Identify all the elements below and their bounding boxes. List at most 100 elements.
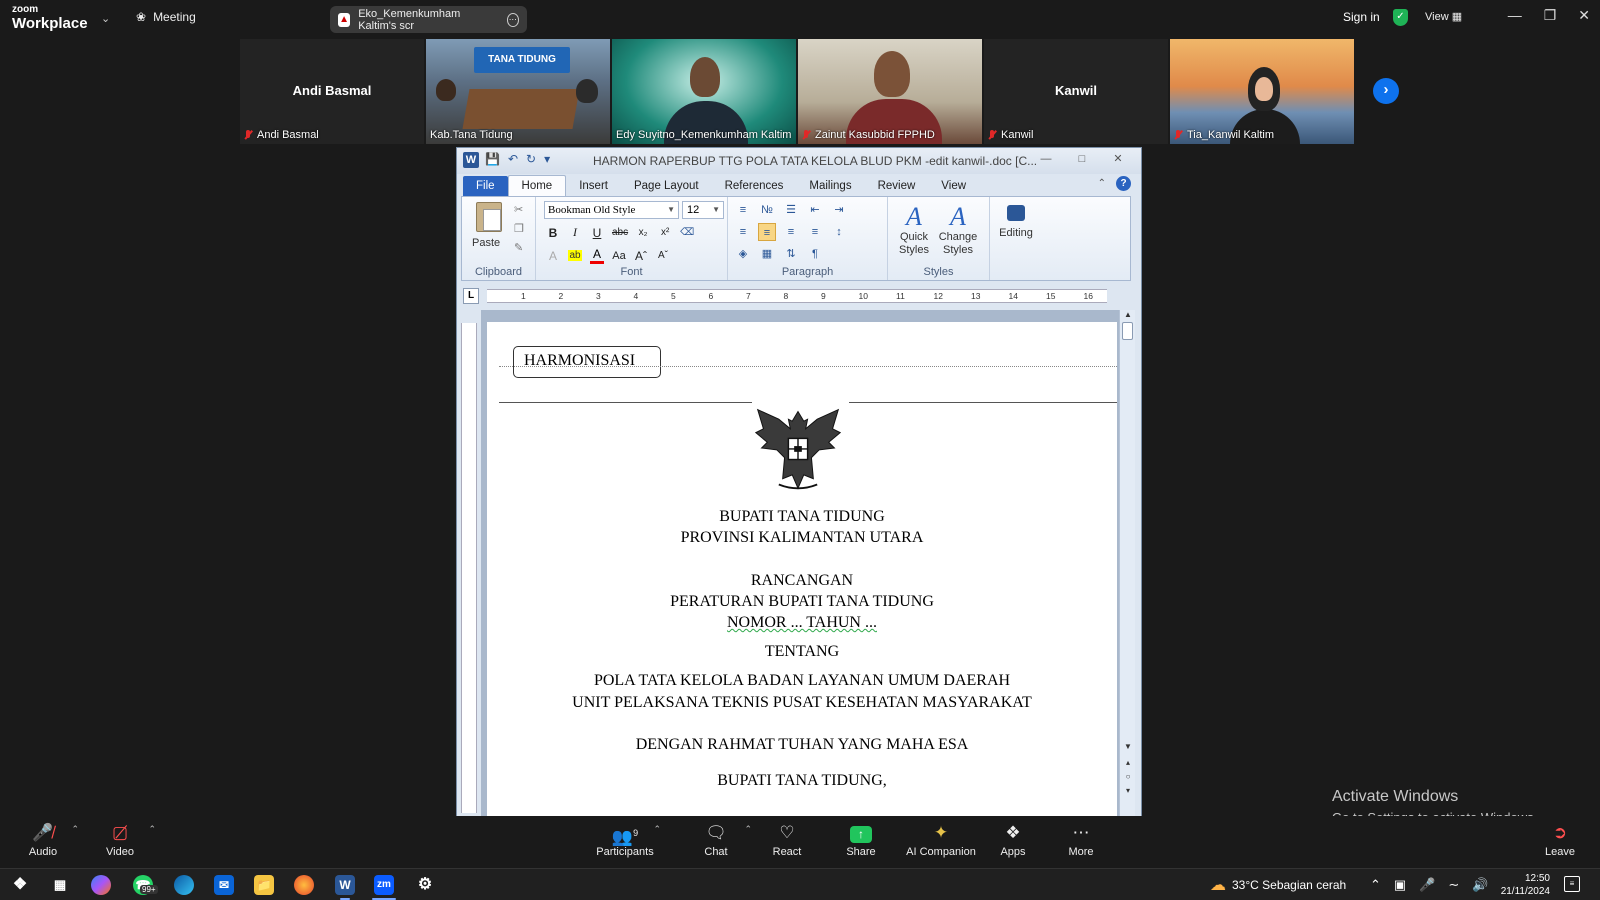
weather-widget[interactable]: ☁ 33°C Sebagian cerah [1210, 869, 1346, 900]
change-case-icon[interactable]: Aa [612, 250, 626, 262]
font-color-icon[interactable]: A [590, 247, 604, 264]
italic-icon[interactable]: I [568, 225, 582, 240]
tab-mailings[interactable]: Mailings [796, 176, 864, 196]
tab-page-layout[interactable]: Page Layout [621, 176, 712, 196]
cut-icon[interactable]: ✂ [514, 203, 524, 216]
shading-icon[interactable]: ◈ [734, 245, 752, 263]
tab-references[interactable]: References [712, 176, 797, 196]
font-size-select[interactable]: 12 ▼ [682, 201, 724, 219]
file-explorer-icon[interactable]: 📁 [254, 875, 274, 895]
notifications-icon[interactable]: ≡ [1564, 876, 1580, 892]
wifi-icon[interactable]: ∼ [1448, 877, 1459, 893]
participant-tile-active-speaker[interactable]: Edy Suyitno_Kemenkumham Kaltim [612, 39, 796, 144]
chat-options-icon[interactable]: ⌃ [744, 824, 752, 835]
paste-label[interactable]: Paste [472, 237, 500, 249]
justify-icon[interactable]: ≡ [806, 223, 824, 241]
customize-toolbar-icon[interactable]: ▾ [544, 152, 550, 166]
select-browse-object-icon[interactable]: ○ [1120, 772, 1136, 781]
tab-selector-icon[interactable]: L [463, 288, 479, 304]
shrink-font-icon[interactable]: Aˇ [656, 250, 670, 261]
copy-icon[interactable]: ❐ [514, 222, 524, 235]
meeting-button[interactable]: ❀ Meeting [136, 10, 196, 24]
audio-button[interactable]: 🎤̸ Audio ⌃ [13, 822, 79, 858]
participant-tile[interactable]: Zainut Kasubbid FPPHD [798, 39, 982, 144]
microphone-icon[interactable]: 🎤 [1419, 877, 1435, 893]
show-formatting-marks-icon[interactable]: ¶ [806, 245, 824, 263]
word-close-icon[interactable]: ✕ [1103, 150, 1133, 168]
chat-button[interactable]: 🗨 Chat ⌃ [686, 822, 752, 858]
taskbar-clock[interactable]: 12:50 21/11/2024 [1480, 872, 1550, 898]
redo-icon[interactable]: ↻ [526, 152, 536, 166]
bullets-icon[interactable]: ≡ [734, 201, 752, 219]
superscript-icon[interactable]: x² [658, 227, 672, 238]
vertical-scrollbar[interactable]: ▲ ▼ ▴ ○ ▾ [1119, 310, 1136, 817]
scroll-thumb[interactable] [1122, 322, 1133, 340]
tab-review[interactable]: Review [865, 176, 929, 196]
video-button[interactable]: ▢̸ Video ⌃ [90, 822, 156, 858]
multilevel-list-icon[interactable]: ☰ [782, 201, 800, 219]
align-center-icon[interactable]: ≡ [758, 223, 776, 241]
react-button[interactable]: ♡ React [757, 822, 817, 858]
editing-button[interactable]: Editing [994, 203, 1038, 239]
align-right-icon[interactable]: ≡ [782, 223, 800, 241]
collapse-ribbon-icon[interactable]: ⌃ [1098, 178, 1106, 189]
video-options-icon[interactable]: ⌃ [148, 824, 156, 835]
document-page[interactable]: HARMONISASI BUPATI TANA TIDUNG PROVINSI … [487, 322, 1117, 817]
minimize-icon[interactable]: — [1508, 7, 1522, 24]
word-minimize-icon[interactable]: — [1031, 150, 1061, 168]
header-text-box[interactable]: HARMONISASI [513, 346, 661, 378]
text-effects-icon[interactable]: A [546, 249, 560, 263]
copilot-icon[interactable] [91, 875, 111, 895]
scroll-up-icon[interactable]: ▲ [1120, 310, 1136, 319]
sign-in-link[interactable]: Sign in [1343, 10, 1380, 24]
save-icon[interactable]: 💾 [485, 152, 500, 166]
ai-companion-button[interactable]: ✦ AI Companion [903, 822, 979, 858]
mail-icon[interactable]: ✉ [214, 875, 234, 895]
increase-indent-icon[interactable]: ⇥ [830, 201, 848, 219]
quick-styles-button[interactable]: A Quick Styles [894, 203, 934, 256]
restore-icon[interactable]: ❐ [1544, 7, 1557, 24]
share-button[interactable]: ↑ Share [831, 822, 891, 858]
participants-options-icon[interactable]: ⌃ [653, 824, 661, 835]
sort-icon[interactable]: ⇅ [782, 245, 800, 263]
apps-button[interactable]: ❖ Apps [983, 822, 1043, 858]
numbering-icon[interactable]: № [758, 201, 776, 219]
edge-browser-icon[interactable] [174, 875, 194, 895]
zoom-logo[interactable]: zoom Workplace [12, 5, 88, 32]
clear-formatting-icon[interactable]: ⌫ [680, 227, 694, 238]
more-options-icon[interactable]: ⋯ [506, 12, 519, 27]
firefox-icon[interactable] [294, 875, 314, 895]
participant-tile[interactable]: TANA TIDUNG Kab.Tana Tidung [426, 39, 610, 144]
tab-home[interactable]: Home [507, 175, 567, 196]
gallery-next-arrow-icon[interactable]: › [1373, 78, 1399, 104]
audio-options-icon[interactable]: ⌃ [71, 824, 79, 835]
paste-icon[interactable] [476, 202, 502, 232]
next-page-icon[interactable]: ▾ [1120, 786, 1136, 795]
scroll-down-icon[interactable]: ▼ [1120, 742, 1136, 751]
subscript-icon[interactable]: x₂ [636, 227, 650, 238]
security-shield-icon[interactable]: ✓ [1393, 9, 1408, 26]
show-hidden-icons-icon[interactable]: ⌃ [1370, 877, 1381, 893]
word-taskbar-icon[interactable]: W [335, 875, 355, 895]
participants-button[interactable]: 👥9 Participants ⌃ [595, 822, 661, 858]
participant-tile[interactable]: Kanwil Kanwil [984, 39, 1168, 144]
word-app-icon[interactable]: W [463, 152, 479, 168]
meet-now-icon[interactable]: ▣ [1394, 877, 1406, 893]
tab-file[interactable]: File [463, 176, 508, 196]
format-painter-icon[interactable]: ✎ [514, 241, 524, 254]
chevron-down-icon[interactable]: ⌄ [101, 12, 110, 25]
word-maximize-icon[interactable]: □ [1067, 150, 1097, 168]
help-icon[interactable]: ? [1116, 176, 1131, 191]
change-styles-button[interactable]: A Change Styles [938, 203, 978, 256]
undo-icon[interactable]: ↶ [508, 152, 518, 166]
font-name-select[interactable]: Bookman Old Style ▼ [544, 201, 679, 219]
participant-tile[interactable]: Andi Basmal Andi Basmal [240, 39, 424, 144]
strikethrough-icon[interactable]: abc [612, 227, 628, 238]
close-icon[interactable]: ✕ [1578, 7, 1590, 24]
previous-page-icon[interactable]: ▴ [1120, 758, 1136, 767]
screen-share-tab[interactable]: ▲ Eko_Kemenkumham Kaltim's scr ⋯ [330, 6, 527, 33]
leave-button[interactable]: ➲ Leave [1530, 822, 1590, 858]
line-spacing-icon[interactable]: ↕ [830, 223, 848, 241]
task-view-icon[interactable]: ▦ [50, 875, 70, 895]
settings-gear-icon[interactable]: ⚙ [415, 875, 435, 895]
